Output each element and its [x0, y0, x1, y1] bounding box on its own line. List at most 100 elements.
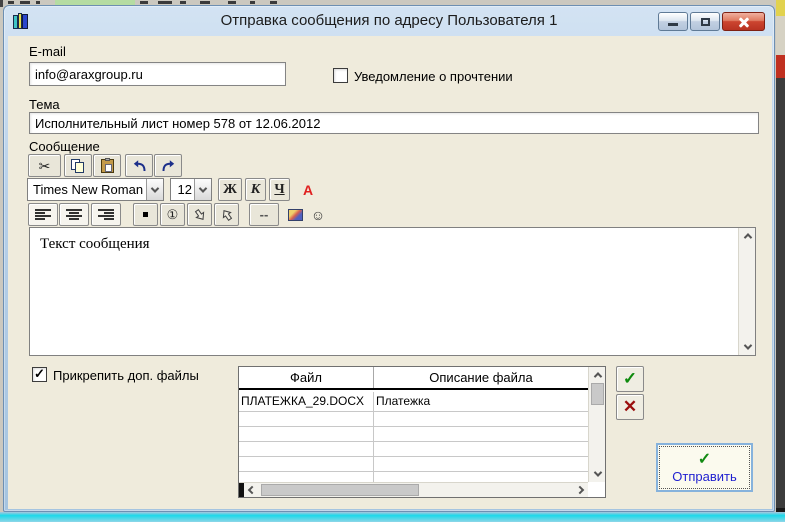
scroll-up-button[interactable] [589, 367, 606, 383]
send-check-icon: ✓ [697, 450, 712, 468]
copy-button[interactable] [64, 154, 92, 177]
table-vertical-scrollbar[interactable] [588, 367, 605, 482]
table-row[interactable]: ПЛАТЕЖКА_29.DOCX Платежка [239, 392, 588, 412]
table-row[interactable] [239, 412, 588, 427]
close-icon [738, 16, 750, 28]
message-text[interactable]: Текст сообщения [40, 236, 150, 253]
italic-button[interactable]: К [245, 178, 266, 201]
chevron-down-icon [198, 183, 208, 193]
column-header-file: Файл [239, 367, 374, 388]
font-size-value: 12 [177, 182, 192, 197]
chevron-down-icon [593, 468, 602, 477]
redo-button[interactable] [154, 154, 182, 177]
scroll-right-button[interactable] [572, 483, 588, 497]
undo-icon [133, 160, 145, 172]
attach-files-label: Прикрепить доп. файлы [53, 368, 199, 383]
column-header-description: Описание файла [429, 370, 533, 385]
dialog-client-area: E-mail Уведомление о прочтении Тема Сооб… [8, 36, 772, 509]
message-scrollbar[interactable] [738, 228, 755, 355]
italic-icon: К [250, 181, 261, 197]
send-button-label: Отправить [672, 468, 737, 484]
scroll-left-button[interactable] [244, 483, 260, 497]
dialog-window: Отправка сообщения по адресу Пользовател… [3, 5, 775, 512]
clipboard-toolbar: ✂ [27, 154, 757, 178]
cut-button[interactable]: ✂ [28, 154, 61, 177]
align-left-button[interactable] [28, 203, 58, 226]
image-icon [287, 208, 303, 221]
background-right-strip [776, 0, 785, 522]
scrollbar-thumb[interactable] [591, 383, 604, 405]
table-row[interactable] [239, 472, 588, 482]
underline-button[interactable]: Ч [269, 178, 290, 201]
attach-files-checkbox[interactable] [32, 366, 47, 382]
close-button[interactable] [722, 12, 765, 31]
chevron-right-icon [575, 485, 585, 495]
paragraph-toolbar: ① -- ☺ [27, 203, 757, 227]
font-family-value: Times New Roman [33, 182, 144, 197]
copy-icon [70, 158, 86, 173]
red-x-icon: ✕ [622, 397, 638, 416]
align-right-button[interactable] [91, 203, 121, 226]
font-size-dropdown-button[interactable] [194, 179, 211, 200]
read-receipt-label: Уведомление о прочтении [354, 69, 513, 84]
minimize-button[interactable] [658, 12, 688, 31]
scrollbar-thumb[interactable] [261, 484, 419, 496]
insert-smiley-button[interactable]: ☺ [309, 203, 327, 226]
bold-button[interactable]: Ж [218, 178, 242, 201]
font-family-dropdown-button[interactable] [146, 179, 163, 200]
align-left-icon [35, 209, 51, 220]
send-button[interactable]: ✓ Отправить [656, 443, 753, 492]
table-row[interactable] [239, 427, 588, 442]
outdent-button[interactable] [214, 203, 239, 226]
dashes-icon: -- [259, 207, 269, 222]
undo-button[interactable] [125, 154, 153, 177]
font-family-select[interactable]: Times New Roman [27, 178, 164, 201]
maximize-icon [700, 17, 710, 26]
subject-input[interactable] [29, 112, 759, 134]
chevron-left-icon [247, 485, 257, 495]
font-toolbar: Times New Roman 12 Ж К Ч А [27, 178, 757, 202]
smiley-icon: ☺ [310, 206, 326, 223]
titlebar[interactable]: Отправка сообщения по адресу Пользовател… [4, 6, 774, 36]
underline-icon: Ч [274, 181, 285, 197]
bullet-list-button[interactable] [133, 203, 158, 226]
table-row[interactable] [239, 442, 588, 457]
chevron-up-icon [743, 233, 752, 242]
file-description-cell[interactable]: Платежка [374, 392, 588, 411]
bold-icon: Ж [223, 181, 237, 197]
confirm-attachment-button[interactable]: ✓ [616, 366, 644, 392]
message-body-editor[interactable]: Текст сообщения [29, 227, 756, 356]
maximize-button[interactable] [690, 12, 720, 31]
font-color-button[interactable]: А [299, 178, 317, 201]
indent-button[interactable] [187, 203, 212, 226]
redo-icon [162, 160, 174, 172]
table-row[interactable] [239, 457, 588, 472]
message-label: Сообщение [29, 139, 100, 154]
font-size-select[interactable]: 12 [170, 178, 212, 201]
arrow-up-left-icon [222, 209, 232, 221]
paste-icon [100, 157, 114, 173]
scroll-down-button[interactable] [589, 466, 606, 482]
align-center-icon [66, 209, 82, 220]
insert-image-button[interactable] [285, 203, 305, 226]
numbered-list-button[interactable]: ① [160, 203, 185, 226]
chevron-down-icon [743, 341, 752, 350]
background-bottom-strip [0, 512, 785, 522]
font-color-icon: А [302, 181, 314, 198]
horizontal-line-button[interactable]: -- [249, 203, 279, 226]
scroll-down-button[interactable] [739, 339, 756, 355]
bullet-icon [143, 212, 148, 217]
table-horizontal-scrollbar[interactable] [239, 482, 588, 497]
align-center-button[interactable] [59, 203, 89, 226]
paste-button[interactable] [93, 154, 121, 177]
arrow-down-right-icon [194, 208, 204, 220]
email-input[interactable] [29, 62, 286, 86]
attachments-table-header: Файл Описание файла [239, 367, 588, 390]
file-name-cell[interactable]: ПЛАТЕЖКА_29.DOCX [239, 392, 374, 411]
chevron-up-icon [593, 372, 602, 381]
attachments-table: Файл Описание файла ПЛАТЕЖКА_29.DOCX Пла… [238, 366, 606, 498]
read-receipt-checkbox[interactable] [333, 68, 348, 83]
delete-attachment-button[interactable]: ✕ [616, 394, 644, 420]
scroll-up-button[interactable] [739, 228, 756, 244]
chevron-down-icon [150, 183, 160, 193]
